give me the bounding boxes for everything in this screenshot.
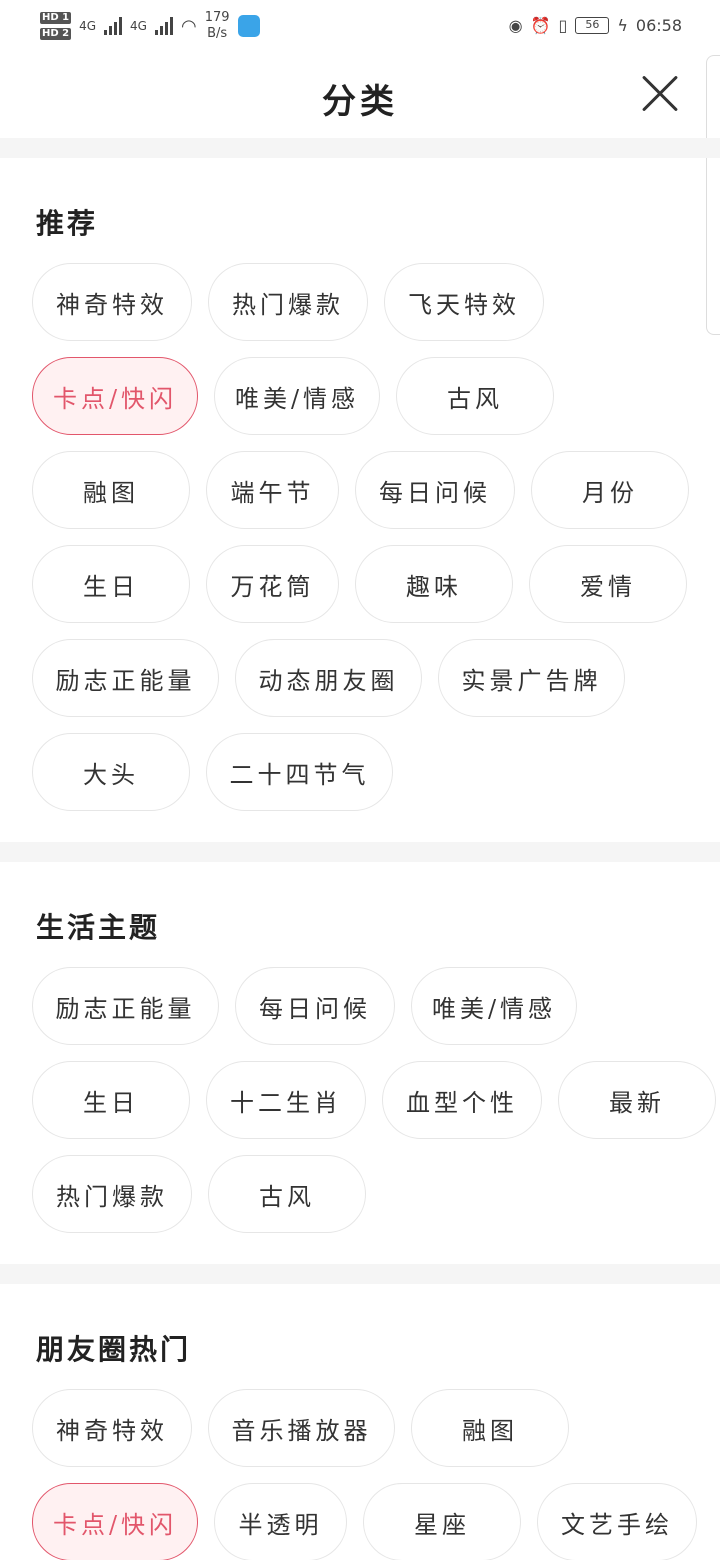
chip[interactable]: 万花筒 <box>206 545 339 623</box>
divider <box>0 842 720 862</box>
chip[interactable]: 唯美/情感 <box>411 967 577 1045</box>
divider <box>0 138 720 158</box>
section-title-moments: 朋友圈热门 <box>36 1333 192 1366</box>
chip[interactable]: 励志正能量 <box>32 967 219 1045</box>
chip[interactable]: 趣味 <box>355 545 513 623</box>
net-speed-value: 179 <box>204 10 230 25</box>
chip[interactable]: 古风 <box>208 1155 366 1233</box>
chip[interactable]: 音乐播放器 <box>208 1389 395 1467</box>
chip[interactable]: 融图 <box>411 1389 569 1467</box>
chip[interactable]: 励志正能量 <box>32 639 219 717</box>
alarm-icon: ⏰ <box>530 15 551 35</box>
charging-icon: ϟ <box>617 15 628 35</box>
app-notification-icon <box>237 15 260 37</box>
chip[interactable]: 热门爆款 <box>32 1155 192 1233</box>
status-bar: HD 1 HD 2 4G 4G ◠ 179 B/s ◉ ⏰ ▯ 56 ϟ 06:… <box>0 0 720 52</box>
network-type-2: 4G <box>130 19 147 33</box>
chip[interactable]: 唯美/情感 <box>214 357 380 435</box>
chip[interactable]: 热门爆款 <box>208 263 368 341</box>
section-title-recommend: 推荐 <box>36 207 99 240</box>
clock: 06:58 <box>635 15 682 35</box>
chip[interactable]: 血型个性 <box>382 1061 542 1139</box>
eye-icon: ◉ <box>508 15 523 35</box>
wifi-icon: ◠ <box>180 15 197 37</box>
chip-selected[interactable]: 卡点/快闪 <box>32 357 198 435</box>
chip[interactable]: 生日 <box>32 545 190 623</box>
chip[interactable]: 生日 <box>32 1061 190 1139</box>
chip[interactable]: 大头 <box>32 733 190 811</box>
chip[interactable]: 每日问候 <box>355 451 515 529</box>
hd2-badge: HD 2 <box>40 28 72 40</box>
chip[interactable]: 月份 <box>531 451 689 529</box>
chip-selected[interactable]: 卡点/快闪 <box>32 1483 198 1560</box>
status-right: ◉ ⏰ ▯ 56 ϟ 06:58 <box>509 10 682 40</box>
chip[interactable]: 半透明 <box>214 1483 347 1560</box>
chip[interactable]: 爱情 <box>529 545 687 623</box>
signal-icon-2 <box>154 17 173 35</box>
net-speed: 179 B/s <box>205 10 230 42</box>
battery-icon: 56 <box>575 16 610 34</box>
chip[interactable]: 融图 <box>32 451 190 529</box>
chip[interactable]: 二十四节气 <box>206 733 393 811</box>
signal-icon <box>104 17 123 35</box>
close-icon[interactable] <box>640 74 680 114</box>
network-type-1: 4G <box>79 19 97 33</box>
hd1-badge: HD 1 <box>40 12 72 24</box>
hd-indicators: HD 1 HD 2 <box>40 12 72 40</box>
chip[interactable]: 十二生肖 <box>206 1061 366 1139</box>
edge-panel-handle[interactable] <box>706 55 720 335</box>
chip[interactable]: 古风 <box>396 357 554 435</box>
chip[interactable]: 最新 <box>558 1061 716 1139</box>
status-left: HD 1 HD 2 4G 4G ◠ 179 B/s <box>40 6 260 46</box>
header: 分类 <box>0 52 720 138</box>
divider <box>0 1264 720 1284</box>
chip[interactable]: 星座 <box>363 1483 521 1560</box>
chip[interactable]: 文艺手绘 <box>537 1483 697 1560</box>
vibrate-icon: ▯ <box>558 15 568 35</box>
chip[interactable]: 动态朋友圈 <box>235 639 422 717</box>
chip[interactable]: 每日问候 <box>235 967 395 1045</box>
chip[interactable]: 实景广告牌 <box>438 639 625 717</box>
chip[interactable]: 神奇特效 <box>32 1389 192 1467</box>
chip[interactable]: 神奇特效 <box>32 263 192 341</box>
chip[interactable]: 端午节 <box>206 451 339 529</box>
net-speed-unit: B/s <box>207 26 228 41</box>
chip[interactable]: 飞天特效 <box>384 263 544 341</box>
section-title-life: 生活主题 <box>36 911 161 944</box>
page-title: 分类 <box>322 82 398 122</box>
